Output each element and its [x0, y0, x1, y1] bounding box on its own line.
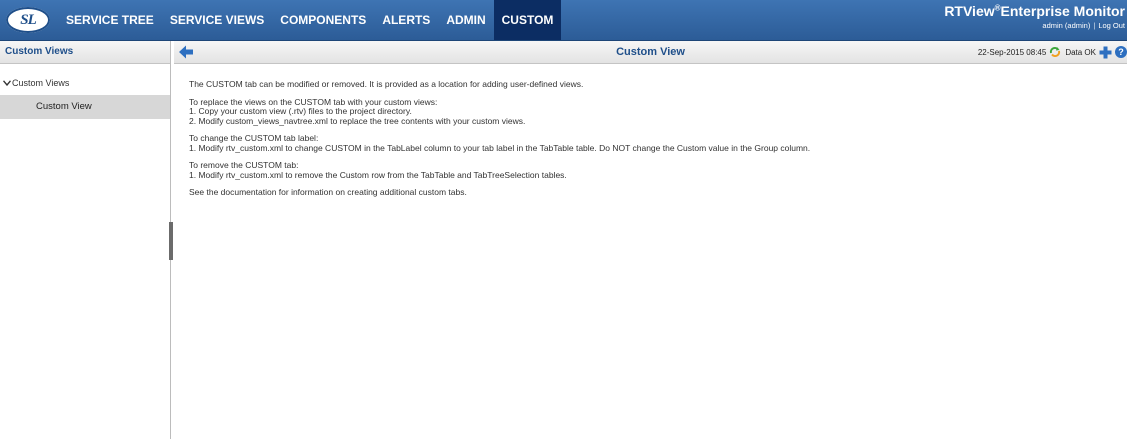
instruction-line: 2. Modify custom_views_navtree.xml to re…: [189, 115, 526, 126]
sidebar: Custom Views Custom Views Custom View: [0, 41, 171, 439]
product-name-suffix: Enterprise Monitor: [1000, 3, 1125, 19]
instruction-paragraph: See the documentation for information on…: [189, 187, 1109, 198]
data-status-text: Data OK: [1065, 47, 1096, 57]
help-icon[interactable]: ?: [1115, 46, 1127, 58]
tab-service-tree[interactable]: SERVICE TREE: [58, 0, 162, 40]
view-title-bar: Custom View 22-Sep-2015 08:45 Data OK ?: [174, 41, 1127, 64]
user-divider: |: [1093, 21, 1096, 30]
instruction-paragraph: The CUSTOM tab can be modified or remove…: [189, 79, 1109, 90]
tree-group-custom-views[interactable]: Custom Views: [0, 74, 170, 92]
app-window: SL SERVICE TREE SERVICE VIEWS COMPONENTS…: [0, 0, 1127, 439]
instruction-line: 1. Modify rtv_custom.xml to change CUSTO…: [189, 142, 811, 153]
sidebar-title: Custom Views: [0, 41, 170, 64]
product-name-prefix: RTView: [944, 3, 995, 19]
status-area: 22-Sep-2015 08:45 Data OK ?: [978, 41, 1127, 63]
main-panel: Custom View 22-Sep-2015 08:45 Data OK ? …: [174, 41, 1127, 439]
tab-service-views[interactable]: SERVICE VIEWS: [162, 0, 272, 40]
custom-view-instructions: The CUSTOM tab can be modified or remove…: [189, 79, 1109, 206]
tab-components[interactable]: COMPONENTS: [272, 0, 374, 40]
tree-group-label: Custom Views: [12, 78, 70, 88]
tab-admin[interactable]: ADMIN: [438, 0, 493, 40]
data-status-icon: [1050, 47, 1061, 57]
user-info: admin (admin) | Log Out: [944, 21, 1125, 30]
chevron-down-icon[interactable]: [2, 75, 12, 93]
add-icon[interactable]: [1099, 46, 1112, 59]
instruction-line: The CUSTOM tab can be modified or remove…: [189, 79, 584, 89]
current-user: admin (admin): [1042, 21, 1091, 30]
instruction-line: 1. Modify rtv_custom.xml to remove the C…: [189, 169, 567, 180]
instruction-paragraph: To remove the CUSTOM tab: 1. Modify rtv_…: [189, 160, 1109, 180]
brand-area: RTView®Enterprise Monitor admin (admin) |…: [944, 3, 1125, 30]
tree-item-custom-view[interactable]: Custom View: [0, 95, 170, 119]
product-title: RTView®Enterprise Monitor: [944, 3, 1125, 19]
instruction-line: See the documentation for information on…: [189, 187, 467, 197]
instruction-paragraph: To replace the views on the CUSTOM tab w…: [189, 97, 1109, 127]
timestamp: 22-Sep-2015 08:45: [977, 47, 1047, 57]
splitter-handle[interactable]: [169, 222, 173, 260]
tab-alerts[interactable]: ALERTS: [374, 0, 438, 40]
top-nav-bar: SL SERVICE TREE SERVICE VIEWS COMPONENTS…: [0, 0, 1127, 41]
logo-text: SL: [20, 11, 36, 28]
back-arrow-icon[interactable]: [178, 44, 194, 60]
instruction-paragraph: To change the CUSTOM tab label: 1. Modif…: [189, 133, 1109, 153]
tab-custom[interactable]: CUSTOM: [493, 0, 562, 40]
logout-link[interactable]: Log Out: [1098, 21, 1125, 30]
main-nav-tabs: SERVICE TREE SERVICE VIEWS COMPONENTS AL…: [58, 0, 562, 40]
sl-logo: SL: [6, 7, 50, 33]
